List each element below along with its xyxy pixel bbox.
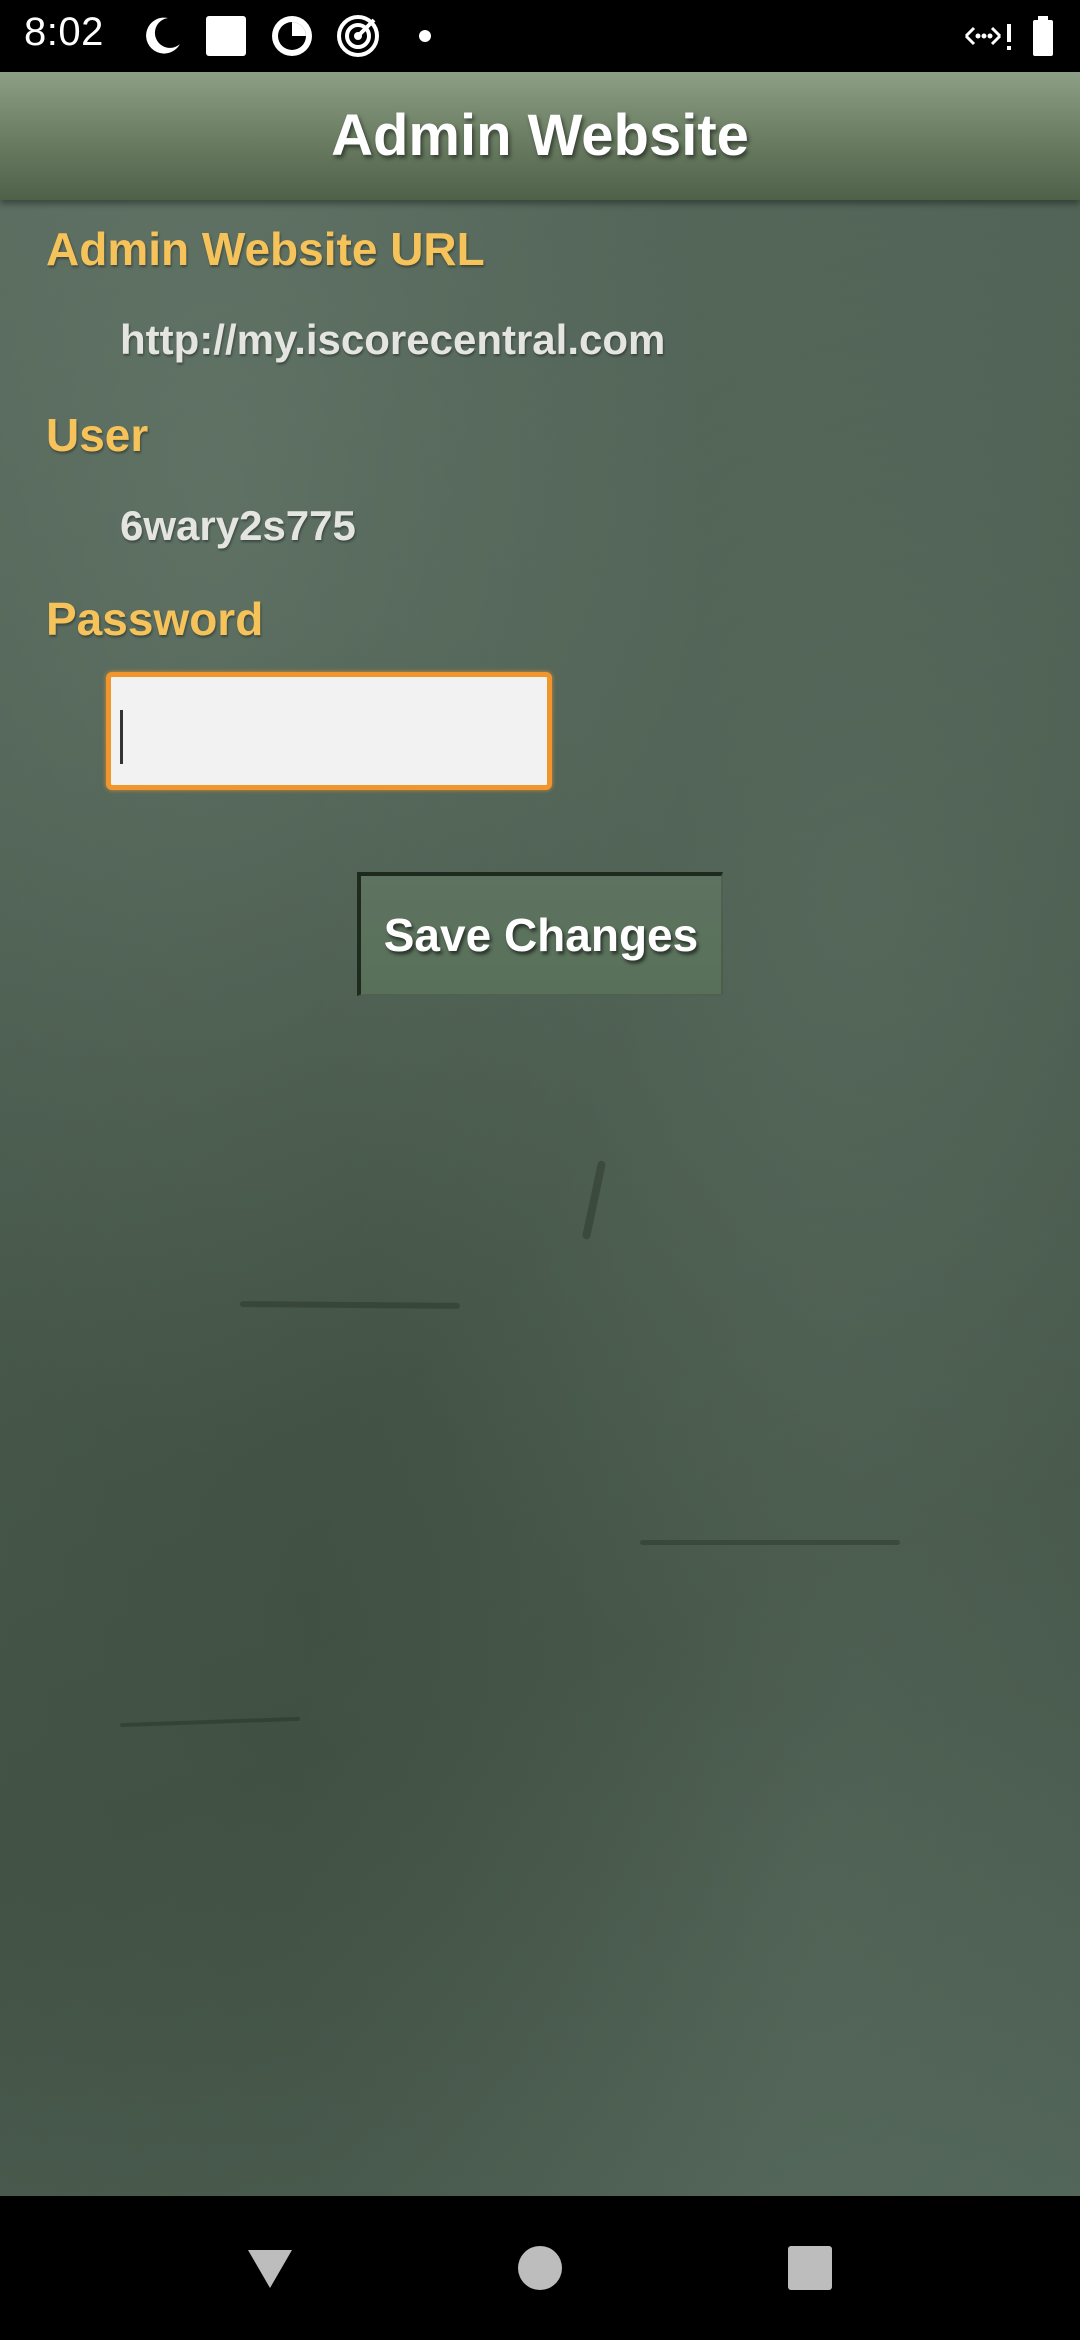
password-label: Password xyxy=(46,593,264,645)
dot-icon xyxy=(414,14,436,58)
page-title: Admin Website xyxy=(331,103,749,168)
password-input[interactable] xyxy=(106,672,552,790)
white-square-icon xyxy=(204,14,248,58)
recents-square-icon[interactable] xyxy=(778,2236,842,2300)
moon-clock-icon xyxy=(140,14,184,58)
background-texture xyxy=(581,1160,607,1240)
navigation-bar xyxy=(0,2196,1080,2340)
status-bar: 8:02 xyxy=(0,0,1080,72)
background-texture xyxy=(640,1540,900,1545)
wifi-signal-icon xyxy=(960,14,1016,58)
battery-icon xyxy=(1030,14,1056,58)
circle-dial-icon xyxy=(270,14,314,58)
status-time: 8:02 xyxy=(24,10,104,54)
user-label: User xyxy=(46,409,149,461)
background-texture xyxy=(119,1716,301,1728)
settings-form: Admin Website URL http://my.iscorecentra… xyxy=(0,200,1080,2196)
back-triangle-icon[interactable] xyxy=(238,2236,302,2300)
save-changes-button[interactable]: Save Changes xyxy=(357,872,723,996)
app-header: Admin Website xyxy=(0,72,1080,200)
home-circle-icon[interactable] xyxy=(508,2236,572,2300)
target-icon xyxy=(336,14,380,58)
background-texture xyxy=(239,1301,461,1309)
admin-url-label: Admin Website URL xyxy=(46,223,485,275)
admin-url-value: http://my.iscorecentral.com xyxy=(120,316,666,363)
user-value: 6wary2s775 xyxy=(120,502,356,549)
text-cursor xyxy=(120,710,123,764)
